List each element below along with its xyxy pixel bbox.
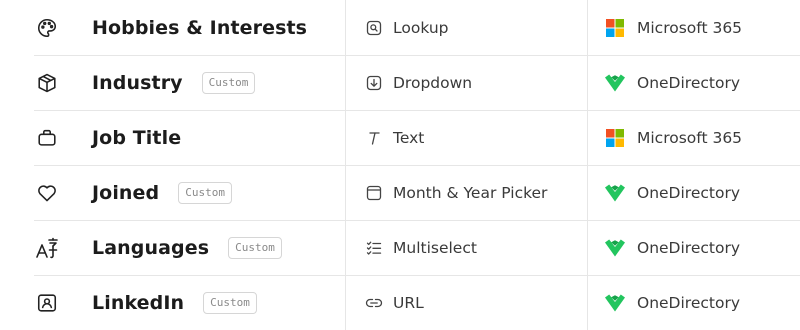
- field-source-label: OneDirectory: [637, 293, 740, 312]
- field-source-label: OneDirectory: [637, 73, 740, 92]
- text-icon: [365, 129, 383, 147]
- field-source-cell: OneDirectory: [587, 275, 800, 330]
- calendar-icon: [365, 184, 383, 202]
- custom-badge: Custom: [203, 291, 257, 314]
- field-source-label: Microsoft 365: [637, 18, 743, 37]
- field-name-cell: Languages Custom: [34, 220, 345, 275]
- field-type-cell: Text: [345, 110, 587, 165]
- onedirectory-logo-icon: [605, 293, 625, 313]
- link-icon: [365, 294, 383, 312]
- field-type-cell: URL: [345, 275, 587, 330]
- custom-badge: Custom: [228, 236, 282, 259]
- field-source-cell: OneDirectory: [587, 165, 800, 220]
- translate-icon: [35, 236, 59, 260]
- table-row[interactable]: Industry Custom Dropdown OneDirectory: [34, 55, 800, 111]
- microsoft-logo-icon: [605, 18, 625, 38]
- briefcase-icon: [35, 126, 59, 150]
- field-type-label: Multiselect: [393, 238, 477, 257]
- field-name-cell: Hobbies & Interests: [34, 0, 345, 55]
- table-row[interactable]: Joined Custom Month & Year Picker OneDir…: [34, 165, 800, 221]
- field-name: Languages: [92, 236, 210, 259]
- field-type-label: Month & Year Picker: [393, 183, 548, 202]
- microsoft-logo-icon: [605, 128, 625, 148]
- field-name-cell: Joined Custom: [34, 165, 345, 220]
- field-type-label: URL: [393, 293, 424, 312]
- field-source-label: Microsoft 365: [637, 128, 743, 147]
- field-source-cell: OneDirectory: [587, 55, 800, 110]
- field-name-cell: Job Title: [34, 110, 345, 165]
- field-name: Job Title: [92, 126, 182, 149]
- box-icon: [35, 71, 59, 95]
- table-row[interactable]: Languages Custom Multiselect OneDirector…: [34, 220, 800, 276]
- lookup-icon: [365, 19, 383, 37]
- onedirectory-logo-icon: [605, 238, 625, 258]
- field-type-cell: Month & Year Picker: [345, 165, 587, 220]
- field-type-cell: Lookup: [345, 0, 587, 55]
- contact-card-icon: [35, 291, 59, 315]
- field-type-cell: Dropdown: [345, 55, 587, 110]
- field-source-cell: Microsoft 365: [587, 0, 800, 55]
- field-name-cell: LinkedIn Custom: [34, 275, 345, 330]
- onedirectory-logo-icon: [605, 73, 625, 93]
- field-name: Joined: [92, 181, 160, 204]
- custom-badge: Custom: [178, 181, 232, 204]
- field-name: Hobbies & Interests: [92, 16, 308, 39]
- field-name: Industry: [92, 71, 183, 94]
- field-name-cell: Industry Custom: [34, 55, 345, 110]
- onedirectory-logo-icon: [605, 183, 625, 203]
- field-source-label: OneDirectory: [637, 183, 740, 202]
- dropdown-icon: [365, 74, 383, 92]
- fields-table: Hobbies & Interests Lookup Microsoft 365: [0, 0, 800, 330]
- field-type-cell: Multiselect: [345, 220, 587, 275]
- field-type-label: Text: [393, 128, 425, 147]
- custom-badge: Custom: [201, 71, 256, 94]
- table-row[interactable]: Job Title Text Microsoft 365: [34, 110, 800, 166]
- heart-icon: [35, 181, 59, 205]
- table-row[interactable]: Hobbies & Interests Lookup Microsoft 365: [34, 0, 800, 56]
- table-row[interactable]: LinkedIn Custom URL OneDirectory: [34, 275, 800, 330]
- field-source-cell: OneDirectory: [587, 220, 800, 275]
- checklist-icon: [365, 239, 383, 257]
- field-type-label: Dropdown: [393, 73, 473, 92]
- field-name: LinkedIn: [92, 291, 185, 314]
- field-source-label: OneDirectory: [637, 238, 740, 257]
- field-source-cell: Microsoft 365: [587, 110, 800, 165]
- palette-icon: [35, 16, 59, 40]
- field-type-label: Lookup: [393, 18, 449, 37]
